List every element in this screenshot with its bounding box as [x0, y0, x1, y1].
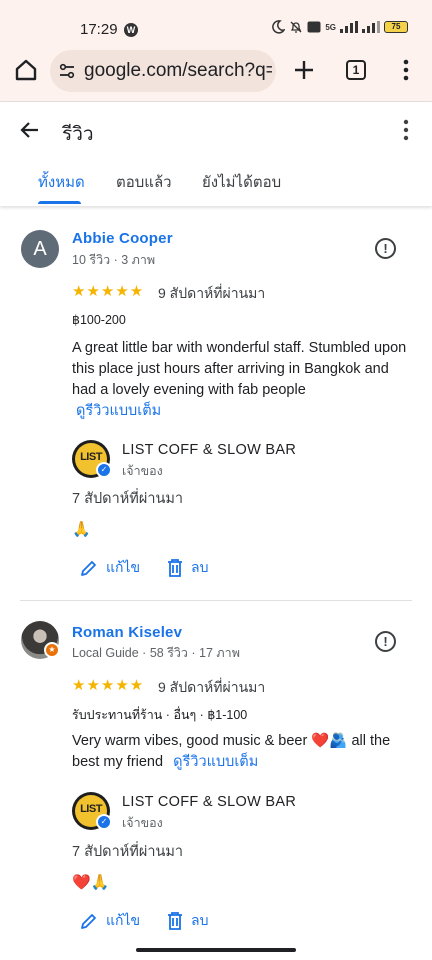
owner-reply-date: 7 สัปดาห์ที่ผ่านมา — [72, 844, 184, 860]
browser-toolbar: google.com/search?q=l 1 — [0, 40, 432, 102]
owner-name: LIST COFF & SLOW BAR — [122, 442, 297, 458]
review-date: 9 สัปดาห์ที่ผ่านมา — [158, 285, 266, 301]
review-text: A great little bar with wonderful staff.… — [72, 338, 412, 422]
see-full-review-link[interactable]: ดูรีวิวแบบเต็ม — [76, 403, 161, 419]
star-rating: ★★★★★ — [72, 283, 145, 300]
review-text: Very warm vibes, good music & beer ❤️🫂 a… — [72, 731, 412, 773]
status-bar: 17:29 W 5G 75 — [0, 0, 432, 40]
report-icon[interactable]: ! — [375, 631, 396, 652]
edit-label: แก้ไข — [106, 912, 141, 928]
delete-label: ลบ — [191, 912, 209, 928]
trash-icon — [168, 559, 182, 577]
pencil-icon — [81, 561, 96, 576]
back-arrow-icon[interactable] — [18, 118, 42, 142]
owner-reply-text: ❤️🙏 — [72, 874, 110, 891]
tab-replied[interactable]: ตอบแล้ว — [116, 170, 172, 194]
review-card: ★ Roman Kiselev Local Guide · 58 รีวิว ·… — [0, 600, 432, 945]
tab-switcher-button[interactable]: 1 — [346, 60, 366, 80]
owner-logo: LIST ✓ — [72, 440, 112, 478]
page-title: รีวิว — [62, 124, 94, 145]
browser-menu-icon[interactable] — [396, 56, 416, 84]
reviewer-meta: Local Guide · 58 รีวิว · 17 ภาพ — [72, 646, 240, 660]
battery-icon: 75 — [384, 21, 408, 33]
signal-icon — [340, 21, 358, 33]
network-label: 5G — [325, 22, 336, 32]
edit-label: แก้ไข — [106, 559, 141, 575]
delete-label: ลบ — [191, 559, 209, 575]
review-date: 9 สัปดาห์ที่ผ่านมา — [158, 679, 266, 695]
active-tab-indicator — [38, 201, 81, 204]
reviews-header: รีวิว ทั้งหมด ตอบแล้ว ยังไม่ได้ตอบ — [0, 102, 432, 206]
see-full-review-link[interactable]: ดูรีวิวแบบเต็ม — [173, 754, 258, 770]
bell-off-icon — [290, 21, 302, 33]
owner-role: เจ้าของ — [122, 816, 163, 830]
report-icon[interactable]: ! — [375, 238, 396, 259]
edit-reply-button[interactable]: แก้ไข — [80, 910, 140, 932]
price-range: ฿100-200 — [72, 313, 126, 327]
reviewer-name[interactable]: Abbie Cooper — [72, 230, 173, 247]
delete-reply-button[interactable]: ลบ — [167, 910, 208, 932]
avatar[interactable]: A — [21, 230, 59, 268]
status-icons: 5G 75 — [271, 20, 408, 34]
reviewer-meta: 10 รีวิว · 3 ภาพ — [72, 253, 156, 267]
owner-logo: LIST ✓ — [72, 792, 112, 830]
status-time: 17:29 — [80, 21, 118, 38]
new-tab-icon[interactable] — [290, 56, 318, 84]
local-guide-badge-icon: ★ — [44, 642, 60, 658]
app-notification-icon: W — [124, 23, 138, 37]
home-icon[interactable] — [12, 56, 40, 84]
site-settings-icon[interactable] — [58, 62, 76, 80]
more-vert-icon[interactable] — [402, 118, 410, 142]
moon-icon — [272, 20, 286, 34]
gesture-home-bar[interactable] — [136, 948, 296, 952]
url-text[interactable]: google.com/search?q=l — [84, 60, 272, 82]
review-tags: รับประทานที่ร้าน · อื่นๆ · ฿1-100 — [72, 708, 248, 722]
reviewer-name[interactable]: Roman Kiselev — [72, 624, 182, 641]
owner-role: เจ้าของ — [122, 464, 163, 478]
owner-reply-date: 7 สัปดาห์ที่ผ่านมา — [72, 491, 184, 507]
review-body: A great little bar with wonderful staff.… — [72, 340, 407, 398]
verified-check-icon: ✓ — [96, 814, 112, 830]
signal-2-icon — [362, 21, 380, 33]
verified-check-icon: ✓ — [96, 462, 112, 478]
star-rating: ★★★★★ — [72, 677, 145, 694]
owner-name: LIST COFF & SLOW BAR — [122, 794, 297, 810]
trash-icon — [168, 912, 182, 930]
hd-icon — [307, 21, 321, 33]
delete-reply-button[interactable]: ลบ — [167, 557, 208, 579]
tab-all[interactable]: ทั้งหมด — [38, 170, 85, 194]
edit-reply-button[interactable]: แก้ไข — [80, 557, 140, 579]
pencil-icon — [81, 914, 96, 929]
owner-reply-text: 🙏 — [72, 521, 91, 538]
address-bar[interactable]: google.com/search?q=l — [50, 50, 276, 92]
review-card: A Abbie Cooper 10 รีวิว · 3 ภาพ ! ★★★★★ … — [0, 206, 432, 600]
tab-unreplied[interactable]: ยังไม่ได้ตอบ — [202, 170, 281, 194]
